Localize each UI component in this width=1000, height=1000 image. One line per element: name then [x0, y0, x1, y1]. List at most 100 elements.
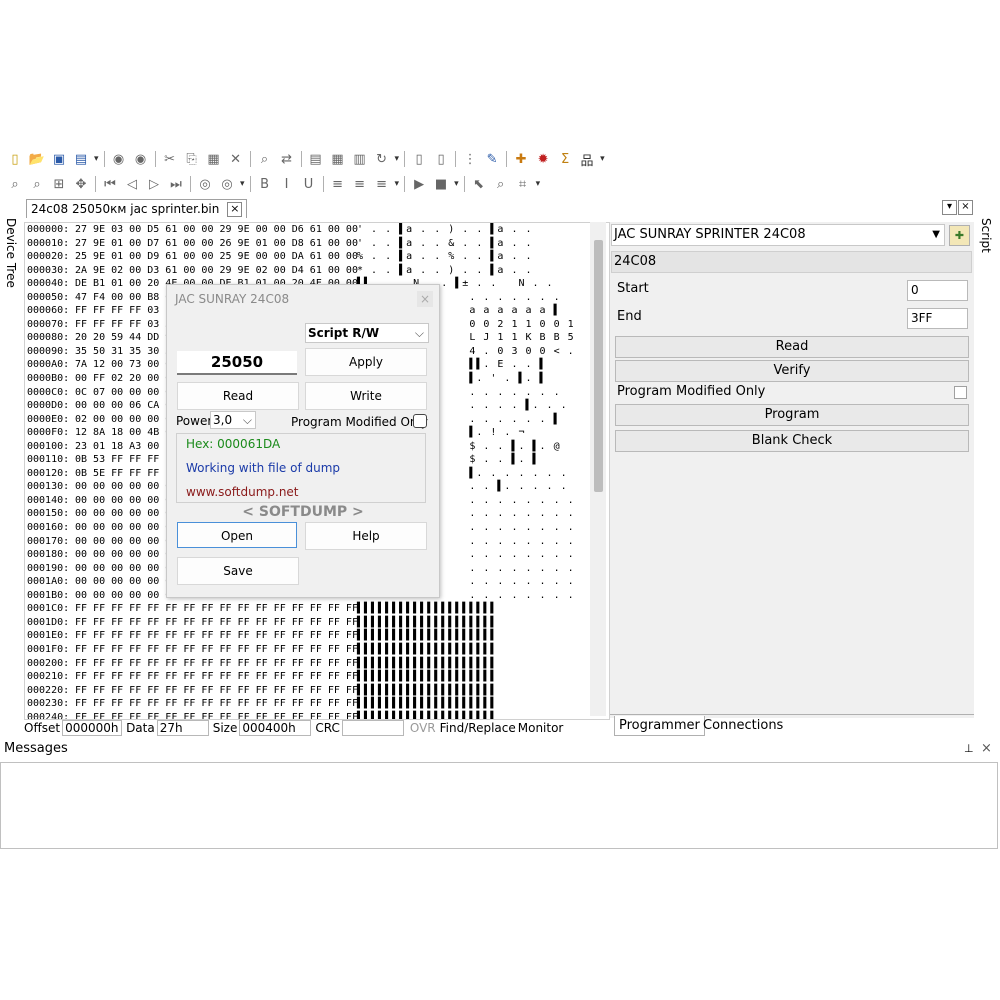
nav-left-icon[interactable]: ◎	[196, 175, 214, 193]
italic-icon[interactable]: I	[278, 175, 296, 193]
open-button[interactable]: Open	[177, 522, 297, 548]
program-modified-checkbox[interactable]	[413, 414, 427, 428]
last-icon[interactable]: ⏭	[167, 175, 185, 193]
blank-check-button[interactable]: Blank Check	[615, 430, 969, 452]
programmer-tab[interactable]: Programmer	[614, 716, 705, 736]
read-button[interactable]: Read	[615, 336, 969, 358]
hex-ascii[interactable]: ▌▌▌▌▌▌▌▌▌▌▌▌▌▌▌▌▌▌▌▌	[357, 684, 557, 698]
hex-bytes[interactable]: FF FF FF FF FF FF FF FF FF FF FF FF FF F…	[75, 643, 358, 657]
program-modified-only-checkbox[interactable]	[954, 386, 967, 399]
cut-icon[interactable]: ✂	[161, 150, 179, 168]
prev-circle-icon[interactable]: ◉	[110, 150, 128, 168]
hex-row[interactable]: 000210: FF FF FF FF FF FF FF FF FF FF FF …	[25, 670, 609, 684]
help-button[interactable]: Help	[305, 522, 427, 550]
play-icon[interactable]: ▶	[410, 175, 428, 193]
hex-row[interactable]: 000010: 27 9E 01 00 D7 61 00 00 26 9E 01 …	[25, 237, 609, 251]
hex-bytes[interactable]: 25 9E 01 00 D9 61 00 00 25 9E 00 00 DA 6…	[75, 250, 358, 264]
hex-bytes[interactable]: 27 9E 01 00 D7 61 00 00 26 9E 01 00 D8 6…	[75, 237, 358, 251]
paste-icon[interactable]: ▦	[205, 150, 223, 168]
dialog-close-icon[interactable]: ×	[417, 291, 433, 307]
dropdown-arrow-icon[interactable]: ▾	[240, 179, 245, 189]
start-input[interactable]: 0	[907, 280, 968, 301]
open-folder-icon[interactable]: 📂	[28, 150, 46, 168]
hex-row[interactable]: 0001F0: FF FF FF FF FF FF FF FF FF FF FF …	[25, 643, 609, 657]
prev-icon[interactable]: ◁	[123, 175, 141, 193]
hex-row[interactable]: 000000: 27 9E 03 00 D5 61 00 00 29 9E 00 …	[25, 223, 609, 237]
tab-list-dropdown-icon[interactable]: ▾	[942, 200, 957, 215]
nav-right-icon[interactable]: ◎	[218, 175, 236, 193]
hex-bytes[interactable]: FF FF FF FF FF FF FF FF FF FF FF FF FF F…	[75, 629, 358, 643]
hex-ascii[interactable]: ' . . ▌a . . ) . . ▌a . .	[357, 223, 557, 237]
zoom-out-icon[interactable]: ⌕	[28, 175, 46, 193]
hex-bytes[interactable]: 2A 9E 02 00 D3 61 00 00 29 9E 02 00 D4 6…	[75, 264, 358, 278]
hex-ascii[interactable]: ▌▌▌▌▌▌▌▌▌▌▌▌▌▌▌▌▌▌▌▌	[357, 602, 557, 616]
hex-bytes[interactable]: FF FF FF FF FF FF FF FF FF FF FF FF FF F…	[75, 697, 358, 711]
sigma-icon[interactable]: Σ	[556, 150, 574, 168]
table-icon[interactable]: ▦	[329, 150, 347, 168]
script-tab[interactable]: Script	[979, 218, 993, 253]
hex-ascii[interactable]: ▌▌▌▌▌▌▌▌▌▌▌▌▌▌▌▌▌▌▌▌	[357, 697, 557, 711]
hex-ascii[interactable]: ' . . ▌a . . & . . ▌a . .	[357, 237, 557, 251]
hex-bytes[interactable]: FF FF FF FF FF FF FF FF FF FF FF FF FF F…	[75, 670, 358, 684]
new-file-icon[interactable]: ▯	[6, 150, 24, 168]
hex-bytes[interactable]: FF FF FF FF FF FF FF FF FF FF FF FF FF F…	[75, 657, 358, 671]
align-center-icon[interactable]: ≡	[351, 175, 369, 193]
hex-row[interactable]: 000030: 2A 9E 02 00 D3 61 00 00 29 9E 02 …	[25, 264, 609, 278]
dropdown-arrow-icon[interactable]: ▾	[454, 179, 459, 189]
zoom-in-icon[interactable]: ⌕	[6, 175, 24, 193]
dots-icon[interactable]: ⋮	[461, 150, 479, 168]
hex-row[interactable]: 000200: FF FF FF FF FF FF FF FF FF FF FF …	[25, 657, 609, 671]
page2-icon[interactable]: ▯	[432, 150, 450, 168]
hex-row[interactable]: 000020: 25 9E 01 00 D9 61 00 00 25 9E 00 …	[25, 250, 609, 264]
crop-icon[interactable]: ⌗	[514, 175, 532, 193]
underline-icon[interactable]: U	[300, 175, 318, 193]
bold-icon[interactable]: B	[256, 175, 274, 193]
hex-ascii[interactable]: ▌▌▌▌▌▌▌▌▌▌▌▌▌▌▌▌▌▌▌▌	[357, 643, 557, 657]
hex-row[interactable]: 0001E0: FF FF FF FF FF FF FF FF FF FF FF …	[25, 629, 609, 643]
hex-row[interactable]: 000230: FF FF FF FF FF FF FF FF FF FF FF …	[25, 697, 609, 711]
close-tab-icon[interactable]: ×	[227, 201, 243, 217]
hex-row[interactable]: 000220: FF FF FF FF FF FF FF FF FF FF FF …	[25, 684, 609, 698]
hex-row[interactable]: 0001D0: FF FF FF FF FF FF FF FF FF FF FF …	[25, 616, 609, 630]
hex-ascii[interactable]: ▌▌▌▌▌▌▌▌▌▌▌▌▌▌▌▌▌▌▌▌	[357, 670, 557, 684]
hex-ascii[interactable]: ▌▌▌▌▌▌▌▌▌▌▌▌▌▌▌▌▌▌▌▌	[357, 616, 557, 630]
script-number-field[interactable]: 25050	[177, 351, 297, 375]
copy-icon[interactable]: ⎘	[183, 150, 201, 168]
hex-bytes[interactable]: FF FF FF FF FF FF FF FF FF FF FF FF FF F…	[75, 602, 358, 616]
find-icon[interactable]: ⌕	[256, 150, 274, 168]
load-device-icon[interactable]: ✚	[949, 225, 970, 246]
first-icon[interactable]: ⏮	[101, 175, 119, 193]
fit-icon[interactable]: ⊞	[50, 175, 68, 193]
find-replace-label[interactable]: Find/Replace	[440, 721, 516, 735]
hex-bytes[interactable]: 27 9E 03 00 D5 61 00 00 29 9E 00 00 D6 6…	[75, 223, 358, 237]
stop-icon[interactable]: ■	[432, 175, 450, 193]
power-select[interactable]: 3,0 ⌵	[210, 411, 256, 429]
script-select[interactable]: Script R/W ⌵	[305, 323, 429, 343]
hex-bytes[interactable]: FF FF FF FF FF FF FF FF FF FF FF FF FF F…	[75, 616, 358, 630]
zoom-select-icon[interactable]: ⌕	[492, 175, 510, 193]
end-input[interactable]: 3FF	[907, 308, 968, 329]
apply-button[interactable]: Apply	[305, 348, 427, 376]
bug-icon[interactable]: ✹	[534, 150, 552, 168]
edit-icon[interactable]: ✎	[483, 150, 501, 168]
next-circle-icon[interactable]: ◉	[132, 150, 150, 168]
network-icon[interactable]: 品	[578, 150, 596, 169]
dropdown-arrow-icon[interactable]: ▾	[600, 154, 605, 164]
dropdown-arrow-icon[interactable]: ▾	[395, 179, 400, 189]
replace-icon[interactable]: ⇄	[278, 150, 296, 168]
hex-ascii[interactable]: ▌▌▌▌▌▌▌▌▌▌▌▌▌▌▌▌▌▌▌▌	[357, 629, 557, 643]
pin-icon[interactable]: ⊥	[964, 739, 974, 759]
next-icon[interactable]: ▷	[145, 175, 163, 193]
save-icon[interactable]: ▣	[50, 150, 68, 168]
refresh-icon[interactable]: ↻	[373, 150, 391, 168]
file-tab[interactable]: 24c08 25050км jac sprinter.bin ×	[26, 199, 248, 218]
hex-ascii[interactable]: ▌▌▌▌▌▌▌▌▌▌▌▌▌▌▌▌▌▌▌▌	[357, 657, 557, 671]
hex-ascii[interactable]: * . . ▌a . . ) . . ▌a . .	[357, 264, 557, 278]
program-button[interactable]: Program	[615, 404, 969, 426]
save-as-icon[interactable]: ▤	[72, 150, 90, 168]
align-right-icon[interactable]: ≡	[373, 175, 391, 193]
save-button[interactable]: Save	[177, 557, 299, 585]
close-icon[interactable]: ×	[981, 739, 992, 759]
plugin-icon[interactable]: ✚	[512, 150, 530, 168]
monitor-label[interactable]: Monitor	[518, 721, 564, 735]
